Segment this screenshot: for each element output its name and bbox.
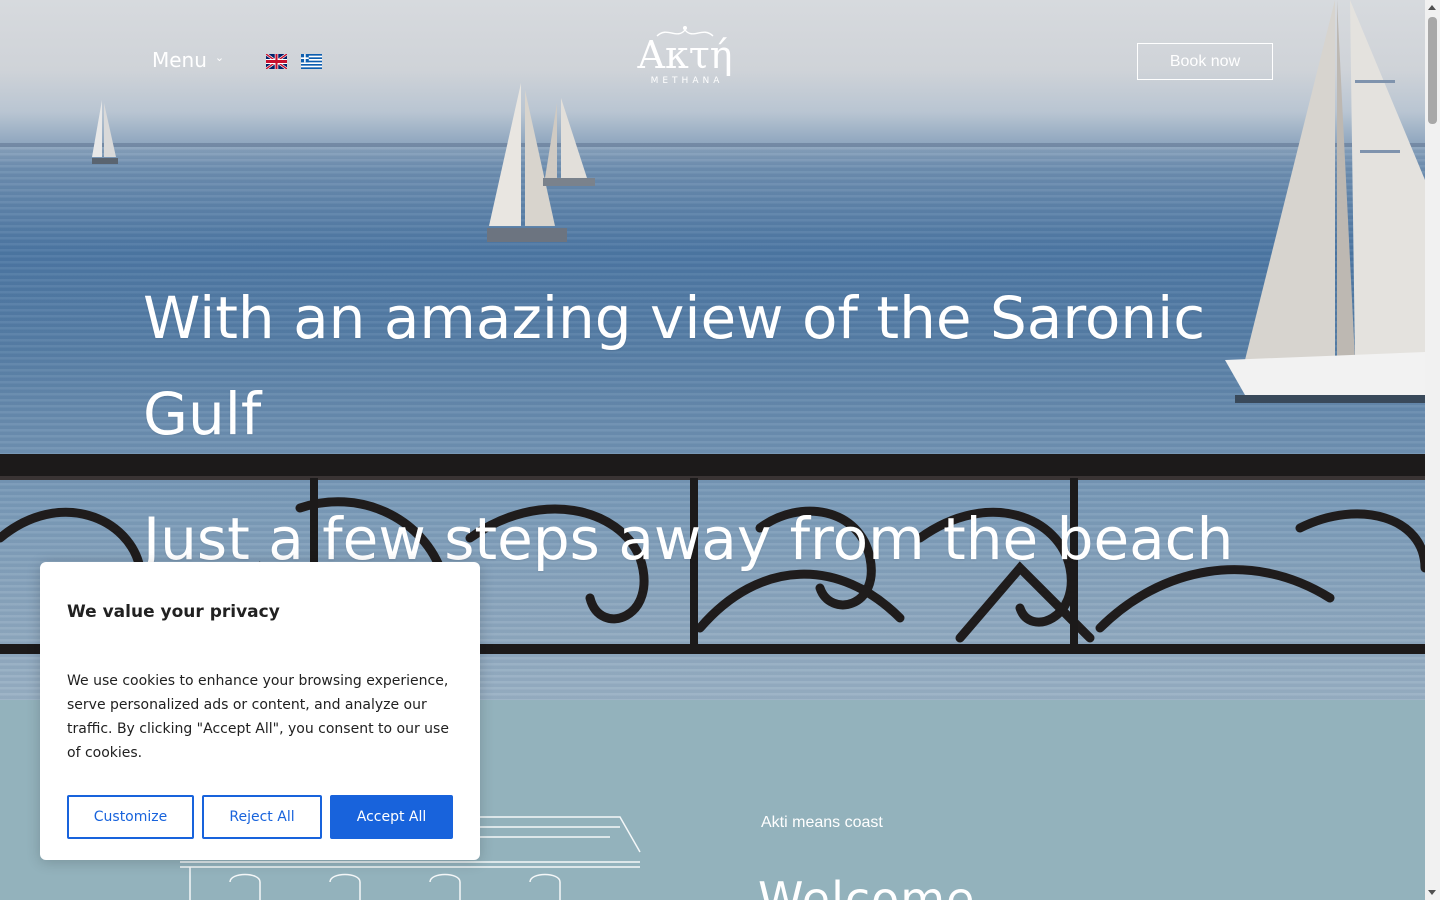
customize-button[interactable]: Customize bbox=[67, 795, 194, 839]
cookie-body-text: We use cookies to enhance your browsing … bbox=[67, 673, 449, 761]
section-kicker: Akti means coast bbox=[761, 814, 883, 831]
cookie-consent-banner: We value your privacy We use cookies to … bbox=[40, 562, 480, 860]
logo-wordmark: Ακτή bbox=[637, 33, 733, 77]
scroll-up-arrow-icon[interactable] bbox=[1428, 5, 1436, 10]
site-logo[interactable]: Ακτή METHANA bbox=[632, 22, 738, 86]
menu-label: Menu bbox=[152, 48, 207, 72]
chevron-down-icon: ⌄ bbox=[214, 50, 225, 64]
menu-button[interactable]: Menu ⌄ bbox=[152, 48, 224, 72]
sailboat-image bbox=[92, 100, 118, 164]
hero-headline-line-1: With an amazing view of the Saronic bbox=[143, 284, 1206, 352]
scroll-down-arrow-icon[interactable] bbox=[1428, 890, 1436, 895]
section-heading: Welcome bbox=[758, 872, 976, 900]
book-now-button[interactable]: Book now bbox=[1137, 43, 1273, 80]
accept-all-button[interactable]: Accept All bbox=[330, 795, 453, 839]
scrollbar-thumb[interactable] bbox=[1428, 17, 1437, 124]
uk-flag-icon[interactable] bbox=[266, 54, 287, 69]
page-scrollbar[interactable] bbox=[1425, 0, 1440, 900]
cookie-title: We value your privacy bbox=[67, 602, 280, 622]
greek-flag-icon[interactable] bbox=[301, 54, 322, 69]
reject-all-button[interactable]: Reject All bbox=[202, 795, 322, 839]
hero-headline-line-2: Gulf bbox=[143, 380, 262, 448]
sailboat-image bbox=[487, 83, 595, 242]
logo-subtitle: METHANA bbox=[650, 76, 724, 86]
